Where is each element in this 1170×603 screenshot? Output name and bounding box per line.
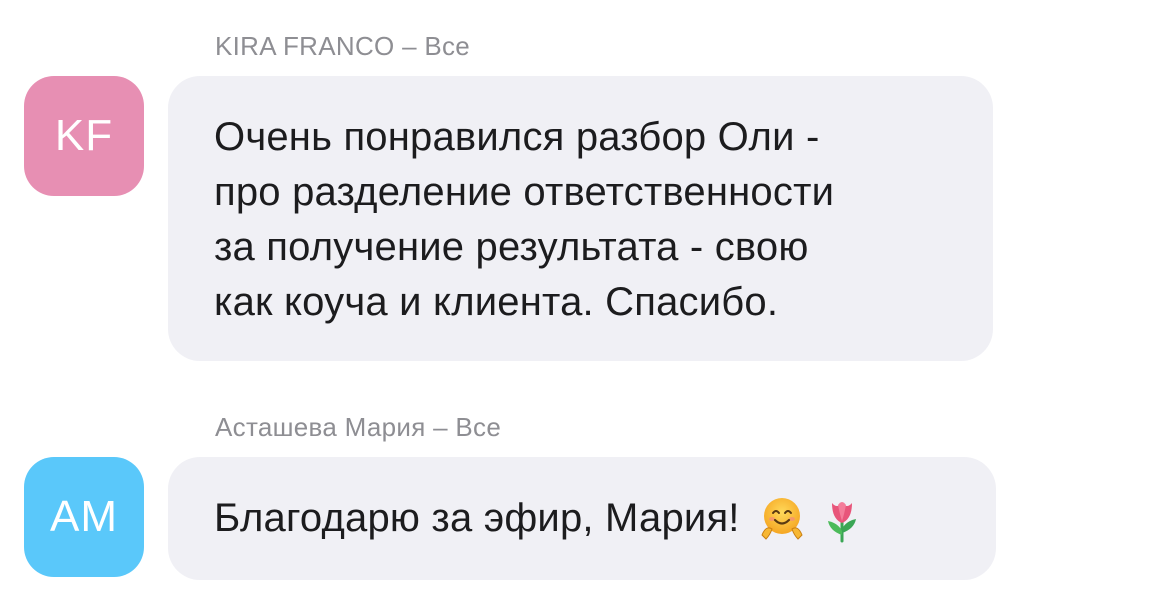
sender-line: KIRA FRANCO – Все bbox=[215, 31, 471, 61]
chat-message: KIRA FRANCO – Все KF Очень понравился ра… bbox=[0, 0, 1170, 380]
hugging-face-icon bbox=[761, 497, 803, 540]
avatar[interactable]: AM bbox=[24, 457, 144, 577]
sender-line: Асташева Мария – Все bbox=[215, 412, 502, 442]
message-text: Благодарю за эфир, Мария! bbox=[214, 496, 740, 540]
avatar[interactable]: KF bbox=[24, 76, 144, 196]
tulip-icon bbox=[827, 501, 856, 542]
chat-message: Асташева Мария – Все AM Благодарю за эфи… bbox=[0, 400, 1170, 603]
message-bubble[interactable]: Очень понравился разбор Оли - про раздел… bbox=[168, 76, 993, 361]
avatar-initials: KF bbox=[54, 111, 114, 160]
message-text: Очень понравился разбор Оли - про раздел… bbox=[214, 115, 835, 324]
message-bubble[interactable]: Благодарю за эфир, Мария! bbox=[168, 457, 996, 580]
avatar-initials: AM bbox=[50, 492, 118, 541]
